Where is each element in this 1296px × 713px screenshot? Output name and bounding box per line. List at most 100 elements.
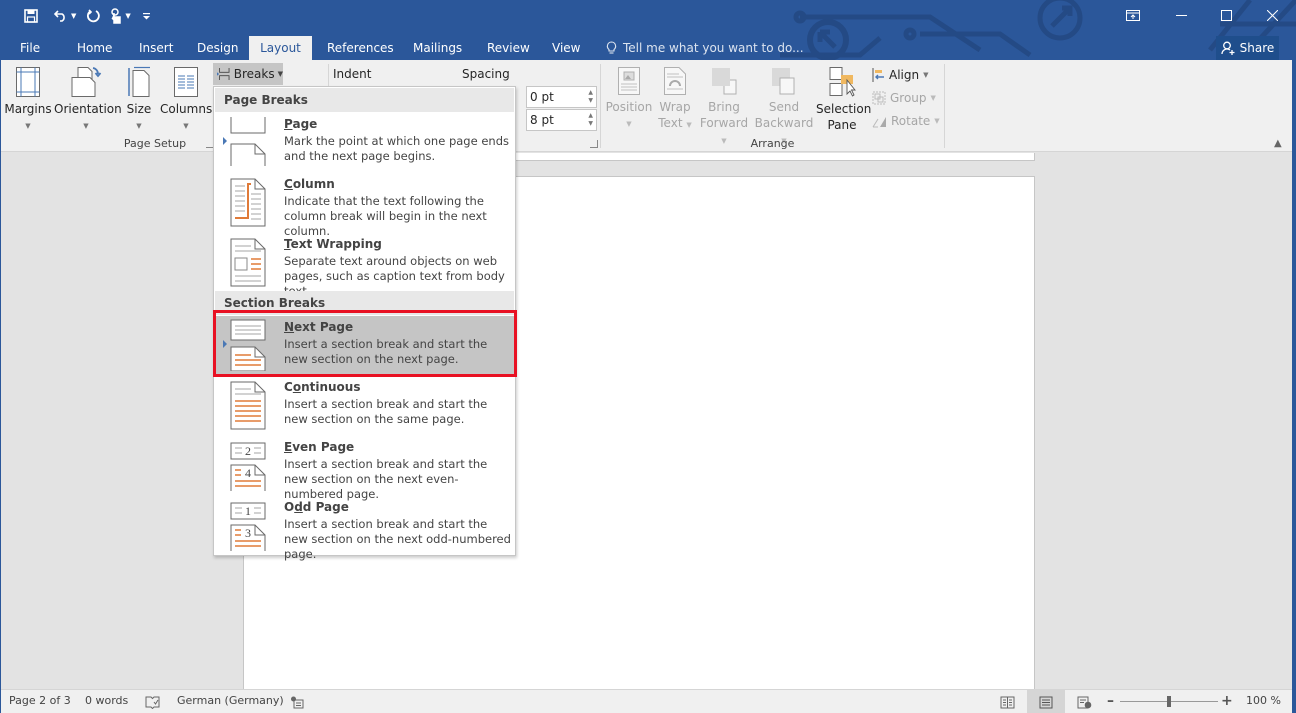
odd-page-section-break-icon: 13 — [230, 502, 266, 551]
send-backward-label-1: Send — [768, 100, 800, 114]
paragraph-launcher-icon[interactable] — [590, 140, 598, 148]
position-label: Position — [605, 100, 653, 114]
wrap-text-icon — [664, 67, 686, 95]
chevron-down-icon: ▼ — [686, 121, 692, 129]
zoom-slider-thumb[interactable] — [1167, 696, 1171, 707]
svg-text:2: 2 — [245, 444, 251, 458]
lightbulb-icon — [606, 41, 617, 54]
tab-references[interactable]: References — [317, 36, 404, 60]
selection-pane-button[interactable]: Selection Pane — [816, 66, 872, 133]
tab-file[interactable]: File — [10, 36, 50, 60]
menu-item-title: Column — [284, 177, 335, 191]
minimize-button[interactable] — [1170, 4, 1192, 26]
redo-button[interactable] — [86, 6, 101, 26]
group-divider — [600, 64, 601, 148]
rotate-button[interactable]: Rotate ▼ — [872, 111, 940, 131]
share-button[interactable]: Share — [1216, 36, 1279, 60]
document-area[interactable] — [0, 153, 1292, 689]
rotate-icon — [872, 116, 886, 127]
chevron-down-icon: ▼ — [934, 117, 940, 125]
zoom-level[interactable]: 100 % — [1246, 690, 1281, 713]
menu-item-title: Next Page — [284, 320, 354, 334]
orientation-button[interactable]: Orientation ▼ — [54, 66, 122, 131]
bring-forward-label-1: Bring — [708, 100, 740, 114]
tab-view[interactable]: View — [542, 36, 590, 60]
minimize-icon — [1175, 14, 1187, 16]
menu-item-description: Insert a section break and start the new… — [284, 517, 511, 561]
undo-button[interactable]: ▼ — [54, 6, 76, 26]
menu-item-column-break[interactable]: Column Indicate that the text following … — [215, 173, 514, 238]
maximize-button[interactable] — [1215, 4, 1237, 26]
quick-access-toolbar: ▼ ▼ — [22, 6, 151, 26]
spacing-after-input[interactable]: 8 pt ▲ ▼ — [526, 109, 597, 131]
menu-item-continuous-section-break[interactable]: Continuous Insert a section break and st… — [215, 376, 514, 434]
spin-arrows-icon[interactable]: ▲ ▼ — [588, 89, 593, 105]
tab-insert[interactable]: Insert — [129, 36, 183, 60]
undo-icon — [54, 10, 65, 22]
close-button[interactable] — [1261, 4, 1283, 26]
columns-label: Columns — [160, 102, 213, 116]
zoom-out-button[interactable]: – — [1107, 690, 1114, 713]
web-layout-button[interactable] — [1077, 695, 1092, 709]
tab-home[interactable]: Home — [67, 36, 122, 60]
tab-mailings[interactable]: Mailings — [403, 36, 472, 60]
size-label: Size — [126, 102, 152, 116]
continuous-section-break-icon — [230, 381, 266, 430]
menu-item-even-page-section-break[interactable]: 24 Even Page Insert a section break and … — [215, 436, 514, 501]
spacing-after-value: 8 pt — [530, 113, 554, 127]
size-button[interactable]: Size ▼ — [122, 66, 156, 131]
wrap-text-label-2: Text — [658, 116, 683, 130]
group-button[interactable]: Group ▼ — [872, 88, 936, 108]
person-add-icon — [1221, 41, 1235, 55]
page-count-status[interactable]: Page 2 of 3 — [9, 690, 71, 713]
tab-layout[interactable]: Layout — [249, 36, 312, 60]
spin-arrows-icon[interactable]: ▲ ▼ — [588, 112, 593, 128]
ribbon-display-options-icon — [1126, 9, 1140, 21]
menu-item-next-page-section-break[interactable]: Next Page Insert a section break and sta… — [215, 316, 514, 374]
position-button[interactable]: Position ▼ — [605, 66, 653, 129]
margins-button[interactable]: Margins ▼ — [4, 66, 52, 131]
tab-design[interactable]: Design — [187, 36, 248, 60]
collapse-ribbon-icon[interactable]: ▲ — [1274, 138, 1282, 149]
tab-review[interactable]: Review — [477, 36, 540, 60]
wrap-text-button[interactable]: Wrap Text ▼ — [655, 66, 695, 133]
zoom-in-button[interactable]: + — [1221, 690, 1233, 713]
selection-pane-label-1: Selection — [816, 102, 872, 116]
breaks-button[interactable]: Breaks ▼ — [213, 63, 283, 85]
align-button[interactable]: Align ▼ — [872, 65, 929, 85]
touch-mode-icon — [111, 8, 122, 24]
undo-dropdown-icon[interactable]: ▼ — [71, 12, 76, 20]
chevron-down-icon: ▼ — [25, 122, 31, 130]
group-divider — [944, 64, 945, 148]
spacing-before-input[interactable]: 0 pt ▲ ▼ — [526, 86, 597, 108]
window-border — [0, 60, 1, 713]
svg-text:1: 1 — [245, 504, 251, 518]
macro-recording-button[interactable] — [290, 695, 304, 709]
tell-me-search[interactable]: Tell me what you want to do... — [606, 36, 804, 60]
close-icon — [1266, 9, 1278, 21]
page-breaks-header: Page Breaks — [215, 88, 514, 112]
menu-item-title: Odd Page — [284, 500, 349, 514]
save-button[interactable] — [22, 6, 40, 26]
ribbon-display-options-button[interactable] — [1122, 4, 1144, 26]
print-layout-button[interactable] — [1027, 690, 1065, 713]
menu-item-odd-page-section-break[interactable]: 13 Odd Page Insert a section break and s… — [215, 496, 514, 561]
proofing-button[interactable] — [145, 695, 160, 710]
columns-button[interactable]: Columns ▼ — [160, 66, 212, 131]
menu-item-text-wrapping-break[interactable]: Text Wrapping Separate text around objec… — [215, 233, 514, 298]
read-mode-button[interactable] — [1000, 695, 1015, 709]
orientation-icon — [71, 67, 102, 97]
customize-qat-button[interactable] — [142, 6, 151, 26]
menu-item-description: Insert a section break and start the new… — [284, 397, 488, 426]
word-count-status[interactable]: 0 words — [85, 690, 128, 713]
proofing-book-icon — [145, 696, 160, 710]
menu-item-title: Continuous — [284, 380, 361, 394]
language-status[interactable]: German (Germany) — [177, 690, 284, 713]
arrange-group-label: Arrange — [750, 137, 795, 150]
touch-dropdown-icon[interactable]: ▼ — [125, 12, 130, 20]
touch-mode-button[interactable]: ▼ — [110, 6, 131, 26]
columns-icon — [174, 67, 198, 97]
menu-item-page-break[interactable]: Page Mark the point at which one page en… — [215, 113, 514, 171]
send-backward-icon — [772, 68, 795, 95]
tell-me-placeholder: Tell me what you want to do... — [623, 41, 804, 55]
